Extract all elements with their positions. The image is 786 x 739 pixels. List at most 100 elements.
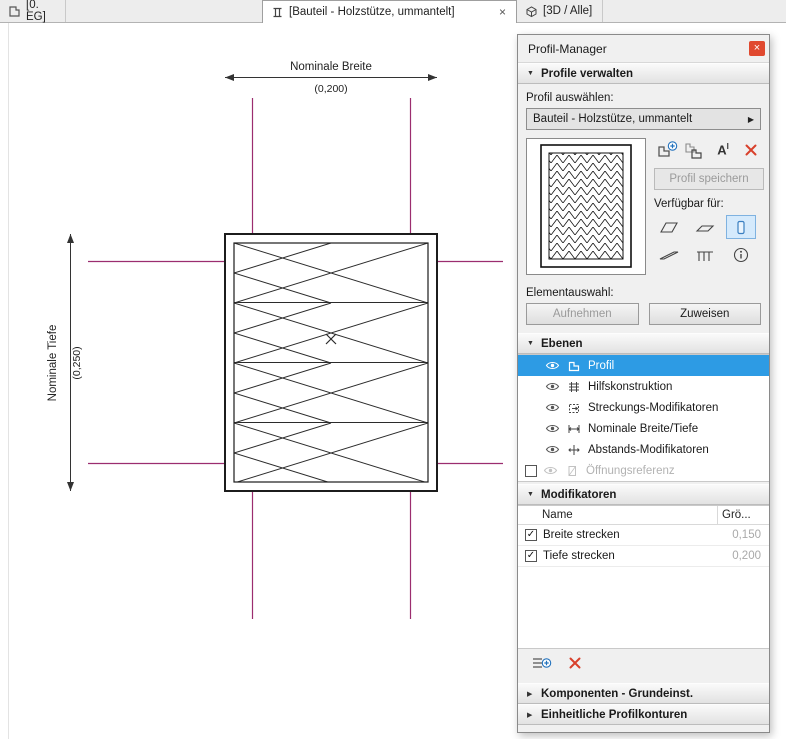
width-dimension: Nominale Breite (0,200) bbox=[225, 61, 437, 95]
beam-icon bbox=[659, 247, 679, 263]
layer-row-abstands-modifikatoren[interactable]: Abstands-Modifikatoren bbox=[518, 439, 769, 460]
expand-triangle-icon: ▶ bbox=[527, 711, 535, 719]
panel-titlebar[interactable]: Profil-Manager × bbox=[518, 35, 769, 63]
pick-up-button[interactable]: Aufnehmen bbox=[526, 303, 639, 325]
save-profile-button[interactable]: Profil speichern bbox=[654, 168, 764, 190]
tab-3d[interactable]: [3D / Alle] bbox=[517, 0, 603, 22]
assign-button[interactable]: Zuweisen bbox=[649, 303, 762, 325]
railing-icon bbox=[695, 247, 715, 263]
slab-availability-button[interactable] bbox=[690, 215, 720, 239]
rename-profile-button[interactable]: AI bbox=[710, 138, 736, 162]
modifier-value[interactable]: 0,150 bbox=[719, 529, 769, 541]
section-header-ebenen[interactable]: ▼ Ebenen bbox=[518, 333, 769, 354]
depth-dim-label: Nominale Tiefe bbox=[47, 325, 59, 402]
profile-select-label: Profil auswählen: bbox=[526, 92, 761, 104]
section-label: Modifikatoren bbox=[541, 489, 616, 501]
modifiers-empty-area bbox=[518, 567, 769, 649]
tab-floorplan[interactable]: [0. EG] bbox=[0, 0, 66, 22]
duplicate-profile-button[interactable] bbox=[682, 138, 708, 162]
tab-close-icon[interactable]: × bbox=[497, 5, 508, 19]
column-icon bbox=[731, 219, 751, 236]
tab-profile-editor[interactable]: [Bauteil - Holzstütze, ummantelt] × bbox=[262, 0, 517, 23]
modifier-row-breite-strecken[interactable]: ✓ Breite strecken 0,150 bbox=[518, 525, 769, 546]
layer-row-oeffnungsreferenz[interactable]: Öffnungsreferenz bbox=[518, 460, 769, 481]
modifier-row-tiefe-strecken[interactable]: ✓ Tiefe strecken 0,200 bbox=[518, 546, 769, 567]
section-label: Komponenten - Grundeinst. bbox=[541, 688, 693, 700]
column-header-size[interactable]: Grö... bbox=[717, 506, 769, 524]
modifiers-table-header[interactable]: Name Grö... bbox=[518, 506, 769, 525]
modifier-checkbox[interactable]: ✓ bbox=[525, 550, 537, 562]
new-profile-button[interactable] bbox=[654, 138, 680, 162]
railing-availability-button[interactable] bbox=[690, 243, 720, 267]
layer-row-nominale-breite-tiefe[interactable]: Nominale Breite/Tiefe bbox=[518, 418, 769, 439]
panel-close-button[interactable]: × bbox=[749, 41, 765, 56]
width-dim-value: (0,200) bbox=[314, 83, 347, 95]
layer-row-profil[interactable]: Profil bbox=[518, 355, 769, 376]
rename-profile-icon: AI bbox=[717, 142, 729, 157]
panel-title: Profil-Manager bbox=[528, 42, 607, 56]
layer-label: Öffnungsreferenz bbox=[586, 465, 675, 477]
layer-row-hilfskonstruktion[interactable]: Hilfskonstruktion bbox=[518, 376, 769, 397]
add-modifier-button[interactable] bbox=[530, 654, 552, 675]
availability-grid bbox=[654, 215, 764, 267]
modifier-checkbox[interactable]: ✓ bbox=[525, 529, 537, 541]
panel-footer bbox=[518, 725, 769, 732]
delete-profile-button[interactable] bbox=[738, 138, 764, 162]
section-header-profile-verwalten[interactable]: ▼ Profile verwalten bbox=[518, 63, 769, 84]
layer-checkbox[interactable] bbox=[525, 465, 537, 477]
profil-manager-panel: Profil-Manager × ▼ Profile verwalten Pro… bbox=[517, 34, 770, 733]
layer-label: Nominale Breite/Tiefe bbox=[588, 423, 698, 435]
slab-icon bbox=[695, 219, 715, 235]
visibility-eye-icon[interactable] bbox=[545, 402, 561, 413]
duplicate-profile-icon bbox=[683, 139, 707, 161]
beam-availability-button[interactable] bbox=[654, 243, 684, 267]
profile-inner-contour[interactable] bbox=[234, 243, 428, 482]
element-selection-buttons: Aufnehmen Zuweisen bbox=[526, 303, 761, 325]
section-label: Ebenen bbox=[541, 338, 583, 350]
app-window: [0. EG] [Bauteil - Holzstütze, ummantelt… bbox=[0, 0, 786, 739]
column-availability-button[interactable] bbox=[726, 215, 756, 239]
section-header-profilkonturen[interactable]: ▶ Einheitliche Profilkonturen bbox=[518, 704, 769, 725]
visibility-eye-icon[interactable] bbox=[545, 444, 561, 455]
modifiers-toolbar bbox=[518, 649, 769, 679]
construction-grid-icon bbox=[567, 380, 582, 394]
collapse-triangle-icon: ▼ bbox=[527, 70, 535, 77]
profile-select-dropdown[interactable]: Bauteil - Holzstütze, ummantelt ▶ bbox=[526, 108, 761, 130]
modifier-name: Breite strecken bbox=[543, 529, 620, 541]
opening-reference-icon bbox=[565, 464, 580, 478]
visibility-eye-icon[interactable] bbox=[545, 381, 561, 392]
visibility-eye-icon[interactable] bbox=[545, 423, 561, 434]
info-button[interactable] bbox=[726, 243, 756, 267]
selected-profile-name: Bauteil - Holzstütze, ummantelt bbox=[533, 113, 692, 125]
layers-list: Profil Hilfskonstruktion Streckungs-Modi… bbox=[518, 354, 769, 482]
expand-triangle-icon: ▶ bbox=[527, 690, 535, 698]
tab-3d-label: [3D / Alle] bbox=[543, 5, 592, 17]
wall-availability-button[interactable] bbox=[654, 215, 684, 239]
visibility-eye-icon[interactable] bbox=[543, 465, 559, 476]
collapse-triangle-icon: ▼ bbox=[527, 491, 535, 498]
modifier-name: Tiefe strecken bbox=[543, 550, 615, 562]
profile-preview-section: AI Profil speichern Verfügbar für: bbox=[526, 138, 761, 275]
collapse-triangle-icon: ▼ bbox=[527, 340, 535, 347]
visibility-eye-icon[interactable] bbox=[545, 360, 561, 371]
profil-layer-icon bbox=[567, 359, 582, 373]
section-header-modifikatoren[interactable]: ▼ Modifikatoren bbox=[518, 484, 769, 505]
delete-icon bbox=[744, 143, 758, 157]
layer-row-streckungs-modifikatoren[interactable]: Streckungs-Modifikatoren bbox=[518, 397, 769, 418]
nominal-dimension-icon bbox=[567, 422, 582, 436]
profile-tools: AI bbox=[654, 138, 764, 162]
element-selection-label: Elementauswahl: bbox=[526, 287, 761, 299]
delete-modifier-button[interactable] bbox=[568, 656, 582, 673]
depth-dimension: Nominale Tiefe (0,250) bbox=[47, 234, 83, 491]
info-icon bbox=[732, 246, 750, 264]
profile-preview bbox=[526, 138, 646, 275]
section-header-komponenten[interactable]: ▶ Komponenten - Grundeinst. bbox=[518, 683, 769, 704]
modifier-value[interactable]: 0,200 bbox=[719, 550, 769, 562]
3d-view-icon bbox=[525, 5, 538, 18]
dropdown-arrow-icon: ▶ bbox=[748, 115, 754, 124]
column-header-name[interactable]: Name bbox=[542, 509, 573, 521]
floorplan-icon bbox=[8, 5, 21, 18]
delete-icon bbox=[568, 656, 582, 670]
modifiers-table: Name Grö... ✓ Breite strecken 0,150 ✓ Ti… bbox=[518, 505, 769, 649]
section-label: Profile verwalten bbox=[541, 68, 633, 80]
